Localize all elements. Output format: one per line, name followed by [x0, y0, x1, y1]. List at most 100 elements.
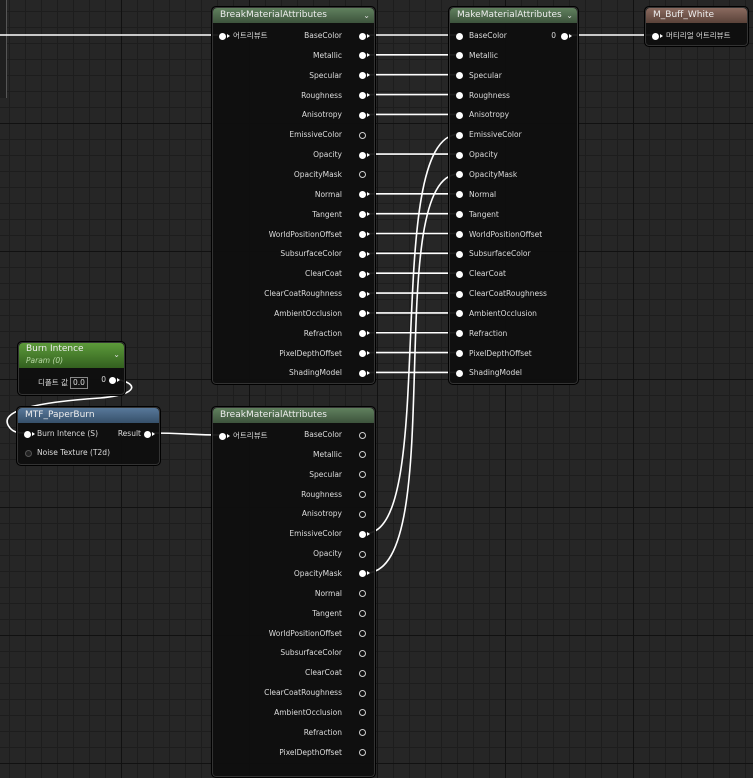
wire-opacitymask — [365, 173, 460, 574]
noise-texture-input-label: Noise Texture (T2d) — [37, 448, 110, 457]
output-pin-clearcoatroughness[interactable] — [359, 290, 366, 298]
pin-arrow-icon — [569, 33, 572, 38]
input-label-clearcoatroughness: ClearCoatRoughness — [469, 289, 547, 299]
output-label-opacity: Opacity — [313, 549, 342, 559]
output-pin-subsurfacecolor[interactable] — [359, 649, 366, 657]
scalar-parameter-node[interactable]: Burn Intence Param (0) ⌄ 디폴트 값 0.0 0 — [17, 341, 126, 396]
output-label-roughness: Roughness — [301, 90, 342, 100]
output-pin-normal[interactable] — [359, 191, 366, 199]
attributes-input-pin[interactable] — [219, 32, 226, 40]
param-output-pin[interactable] — [109, 377, 116, 384]
output-pin-specular[interactable] — [359, 72, 366, 80]
output-label-ambientocclusion: AmbientOcclusion — [274, 308, 342, 318]
material-result-node[interactable]: M_Buff_White 머티리얼 어트리뷰트 — [644, 6, 749, 47]
input-pin-metallic[interactable] — [456, 52, 463, 60]
input-pin-worldpositionoffset[interactable] — [456, 231, 463, 238]
output-pin-pixeldepthoffset[interactable] — [359, 749, 366, 757]
node-title: MTF_PaperBurn — [25, 410, 95, 420]
output-pin-opacitymask[interactable] — [359, 570, 366, 578]
output-pin-clearcoat[interactable] — [359, 669, 366, 677]
input-pin-refraction[interactable] — [456, 330, 463, 338]
output-pin-opacitymask[interactable] — [359, 171, 366, 179]
input-pin-pixeldepthoffset[interactable] — [456, 350, 463, 358]
output-pin-worldpositionoffset[interactable] — [359, 231, 366, 238]
node-subtitle: Param (0) — [26, 356, 64, 365]
input-pin-opacitymask[interactable] — [456, 171, 463, 179]
input-pin-specular[interactable] — [456, 72, 463, 80]
pin-arrow-icon — [367, 331, 370, 336]
chevron-down-icon[interactable]: ⌄ — [363, 8, 370, 23]
input-pin-emissivecolor[interactable] — [456, 131, 463, 139]
node-header[interactable]: M_Buff_White — [646, 8, 747, 23]
input-pin-roughness[interactable] — [456, 92, 463, 100]
input-pin-subsurfacecolor[interactable] — [456, 250, 463, 258]
chevron-down-icon[interactable]: ⌄ — [113, 347, 120, 362]
input-pin-ambientocclusion[interactable] — [456, 310, 463, 318]
output-label-anisotropy: Anisotropy — [301, 509, 342, 519]
input-pin-clearcoat[interactable] — [456, 270, 463, 278]
output-label-basecolor: BaseColor — [304, 31, 342, 40]
node-header[interactable]: Burn Intence Param (0) ⌄ — [19, 343, 124, 368]
attributes-input-pin[interactable] — [219, 432, 226, 440]
output-pin[interactable] — [561, 32, 568, 40]
input-label-subsurfacecolor: SubsurfaceColor — [469, 249, 531, 259]
break-material-attributes-node-1[interactable]: BreakMaterialAttributes ⌄ 어트리뷰트 BaseColor… — [211, 6, 376, 385]
noise-texture-input-pin[interactable] — [25, 450, 32, 457]
input-pin-clearcoatroughness[interactable] — [456, 290, 463, 298]
material-function-node[interactable]: MTF_PaperBurn Burn Intence (S) Noise Text… — [16, 406, 161, 466]
output-pin-clearcoat[interactable] — [359, 270, 366, 278]
output-pin-opacity[interactable] — [359, 550, 366, 558]
result-output-pin[interactable] — [144, 430, 151, 438]
node-header[interactable]: MakeMaterialAttributes ⌄ — [450, 8, 577, 23]
pin-arrow-icon — [367, 53, 370, 58]
output-pin-refraction[interactable] — [359, 330, 366, 338]
output-pin-worldpositionoffset[interactable] — [359, 630, 366, 637]
input-pin-tangent[interactable] — [456, 211, 463, 219]
make-material-attributes-node[interactable]: MakeMaterialAttributes ⌄ BaseColor Metall… — [448, 6, 579, 385]
default-value-input[interactable]: 0.0 — [69, 377, 88, 389]
output-pin-metallic[interactable] — [359, 451, 366, 459]
output-pin-shadingmodel[interactable] — [359, 369, 366, 377]
output-pin-pixeldepthoffset[interactable] — [359, 350, 366, 358]
input-pin-normal[interactable] — [456, 191, 463, 199]
output-pin-metallic[interactable] — [359, 52, 366, 60]
burn-intence-input-pin[interactable] — [24, 430, 31, 438]
output-pin-tangent[interactable] — [359, 610, 366, 618]
output-pin-clearcoatroughness[interactable] — [359, 689, 366, 697]
output-pin-basecolor[interactable] — [359, 32, 366, 40]
pin-arrow-icon — [367, 291, 370, 296]
output-pin-ambientocclusion[interactable] — [359, 310, 366, 318]
input-label-anisotropy: Anisotropy — [469, 110, 510, 120]
node-header[interactable]: MTF_PaperBurn — [18, 408, 159, 423]
output-pin-roughness[interactable] — [359, 491, 366, 499]
output-pin-emissivecolor[interactable] — [359, 530, 366, 538]
output-label-shadingmodel: ShadingModel — [289, 368, 342, 378]
output-pin-tangent[interactable] — [359, 211, 366, 219]
output-pin-basecolor[interactable] — [359, 431, 366, 439]
output-pin-emissivecolor[interactable] — [359, 131, 366, 139]
output-label-clearcoat: ClearCoat — [305, 668, 342, 678]
chevron-down-icon[interactable]: ⌄ — [566, 8, 573, 23]
material-attributes-input-pin[interactable] — [652, 32, 659, 40]
output-pin-ambientocclusion[interactable] — [359, 709, 366, 717]
input-pin-basecolor[interactable] — [456, 32, 463, 40]
input-pin-shadingmodel[interactable] — [456, 369, 463, 377]
input-pin-anisotropy[interactable] — [456, 111, 463, 119]
input-label-tangent: Tangent — [469, 209, 499, 219]
output-pin-specular[interactable] — [359, 471, 366, 479]
output-pin-refraction[interactable] — [359, 729, 366, 737]
output-pin-normal[interactable] — [359, 590, 366, 598]
node-header[interactable]: BreakMaterialAttributes — [213, 408, 374, 423]
output-pin-anisotropy[interactable] — [359, 111, 366, 119]
output-label-clearcoatroughness: ClearCoatRoughness — [264, 289, 342, 299]
node-title: BreakMaterialAttributes — [220, 410, 327, 420]
break-material-attributes-node-2[interactable]: BreakMaterialAttributes 어트리뷰트 BaseColor Me… — [211, 406, 376, 778]
node-header[interactable]: BreakMaterialAttributes ⌄ — [213, 8, 374, 23]
input-pin-opacity[interactable] — [456, 151, 463, 159]
input-label-metallic: Metallic — [469, 50, 498, 60]
attributes-input-label: 어트리뷰트 — [233, 31, 268, 40]
output-pin-anisotropy[interactable] — [359, 510, 366, 518]
output-pin-subsurfacecolor[interactable] — [359, 250, 366, 258]
output-pin-opacity[interactable] — [359, 151, 366, 159]
output-pin-roughness[interactable] — [359, 92, 366, 100]
